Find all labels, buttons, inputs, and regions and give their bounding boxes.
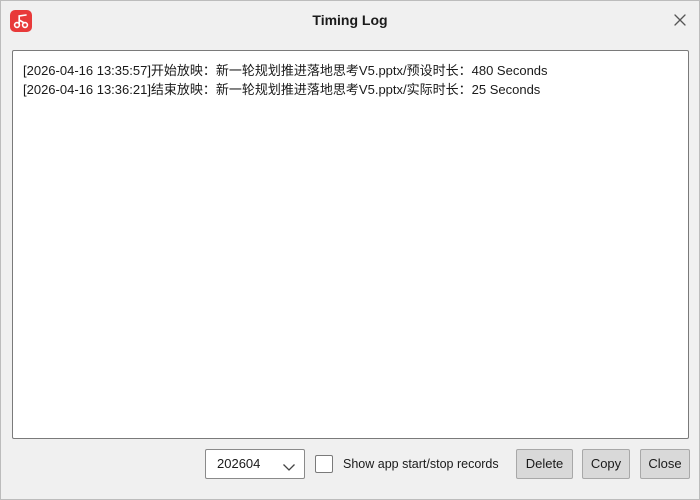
title-bar: Timing Log xyxy=(1,1,699,39)
log-line: [2026-04-16 13:35:57]开始放映：新一轮规划推进落地思考V5.… xyxy=(23,63,548,78)
delete-button[interactable]: Delete xyxy=(516,449,573,479)
close-icon[interactable] xyxy=(671,11,689,29)
show-app-records-checkbox[interactable] xyxy=(315,455,333,473)
copy-button[interactable]: Copy xyxy=(582,449,630,479)
log-line: [2026-04-16 13:36:21]结束放映：新一轮规划推进落地思考V5.… xyxy=(23,82,541,97)
close-button[interactable]: Close xyxy=(640,449,690,479)
timing-log-dialog: Timing Log [2026-04-16 13:35:57]开始放映：新一轮… xyxy=(0,0,700,500)
month-select-value: 202604 xyxy=(217,456,261,471)
show-app-records-label[interactable]: Show app start/stop records xyxy=(343,457,499,471)
chevron-down-icon xyxy=(282,459,296,477)
window-title: Timing Log xyxy=(312,12,388,28)
log-text-area[interactable]: [2026-04-16 13:35:57]开始放映：新一轮规划推进落地思考V5.… xyxy=(12,50,689,439)
month-select[interactable]: 202604 xyxy=(205,449,305,479)
bottom-toolbar: 202604 Show app start/stop records Delet… xyxy=(1,441,699,499)
